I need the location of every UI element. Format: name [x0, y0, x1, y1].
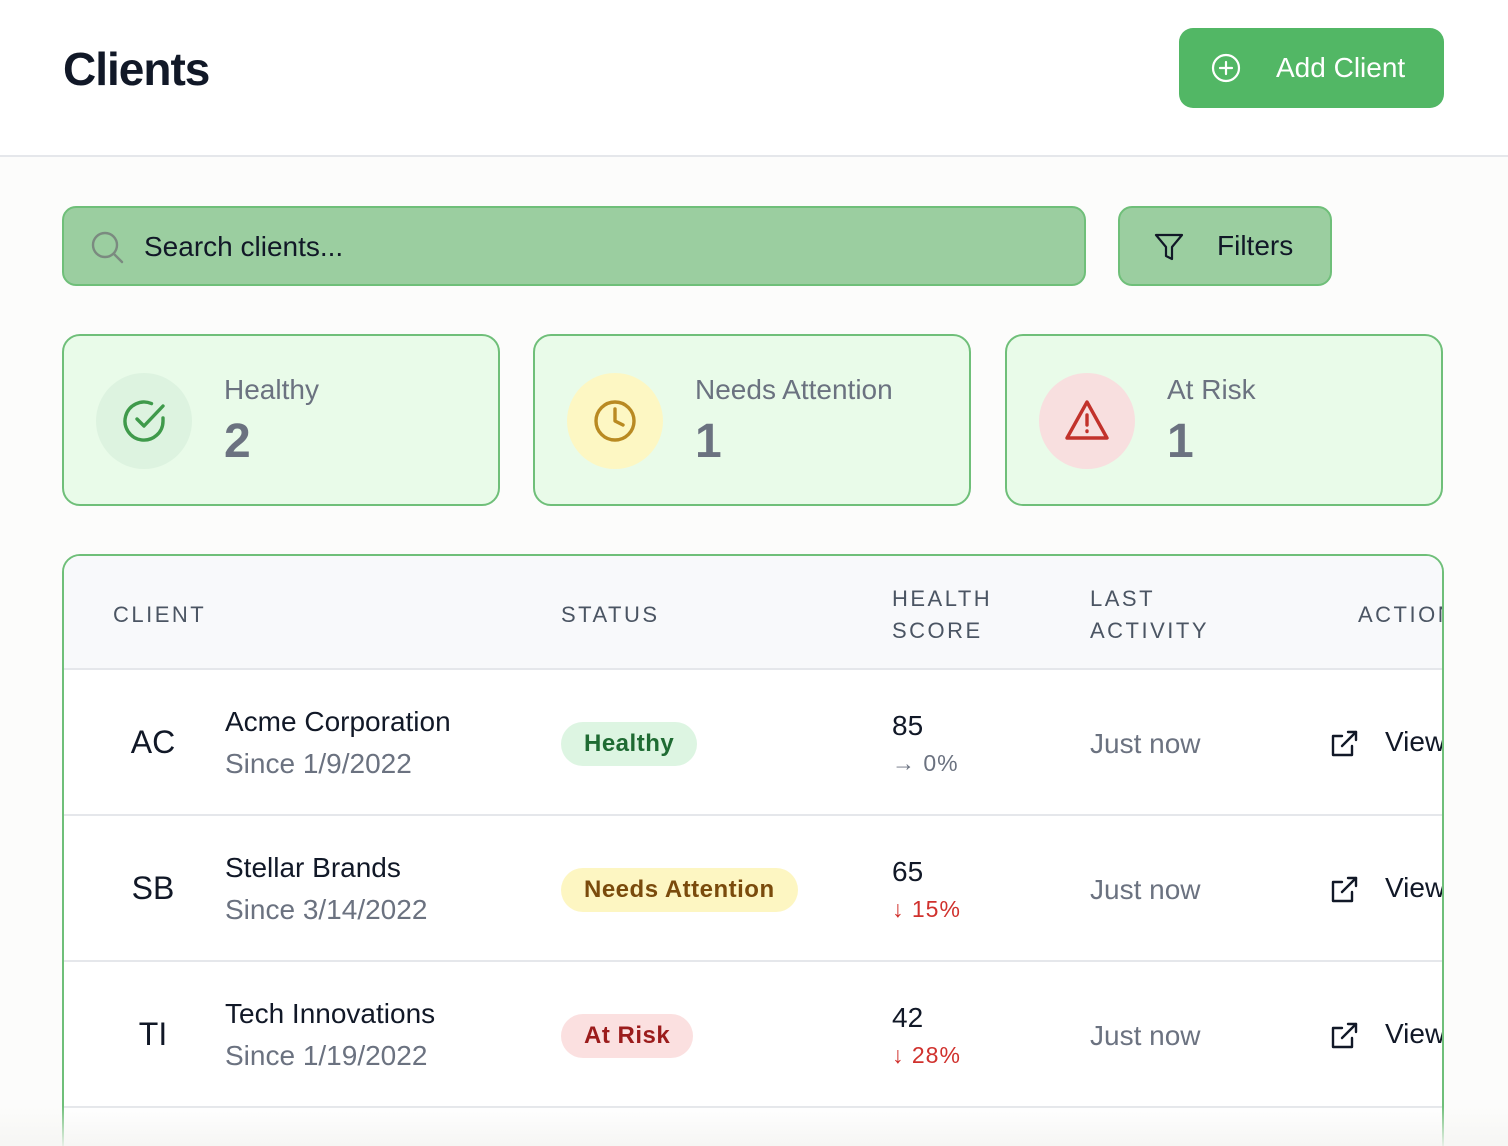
summary-count: 1	[1167, 415, 1194, 468]
table-row: AC Acme Corporation Since 1/9/2022 Healt…	[64, 670, 1442, 816]
top-bar: Clients Add Client	[0, 0, 1508, 157]
search-bar	[62, 206, 1086, 286]
plus-circle-icon	[1211, 53, 1241, 83]
client-name: Tech Innovations	[225, 998, 436, 1029]
last-activity: Just now	[1090, 1020, 1201, 1051]
summary-count: 1	[695, 415, 722, 468]
client-since: Since 3/14/2022	[225, 894, 428, 925]
view-label: View	[1385, 872, 1444, 903]
summary-card-needs-attention: Needs Attention 1	[533, 334, 971, 506]
table-row: TI Tech Innovations Since 1/19/2022 At R…	[64, 962, 1442, 1108]
healthy-icon-circle	[96, 373, 192, 469]
external-link-icon	[1331, 876, 1358, 903]
health-score: 42	[892, 1002, 924, 1033]
view-label: View	[1385, 726, 1444, 757]
health-trend: ↓ 28%	[892, 1042, 961, 1068]
filters-button[interactable]: Filters	[1118, 206, 1332, 286]
column-header-status: STATUS	[561, 602, 660, 627]
search-icon	[91, 231, 124, 264]
summary-title: Healthy	[224, 374, 319, 405]
search-input[interactable]	[144, 224, 1044, 270]
client-initials: AC	[130, 724, 176, 760]
status-badge: At Risk	[561, 1014, 694, 1058]
warning-triangle-icon	[1065, 400, 1109, 440]
view-label: View	[1385, 1018, 1444, 1049]
summary-title: Needs Attention	[695, 374, 893, 405]
filters-label: Filters	[1217, 230, 1294, 261]
page-title: Clients	[63, 43, 210, 95]
client-initials: TI	[138, 1016, 168, 1052]
health-score: 65	[892, 856, 924, 887]
clients-table: CLIENT STATUS HEALTH SCORE LAST ACTIVITY…	[62, 554, 1444, 1146]
client-since: Since 1/19/2022	[225, 1040, 428, 1071]
last-activity: Just now	[1090, 728, 1201, 759]
client-name: Acme Corporation	[225, 706, 451, 737]
at-risk-icon-circle	[1039, 373, 1135, 469]
column-header-last-activity-line2: ACTIVITY	[1090, 618, 1210, 643]
summary-title: At Risk	[1167, 374, 1256, 405]
health-trend: → 0%	[892, 750, 959, 776]
column-header-actions: ACTIONS	[1358, 602, 1442, 627]
health-score: 85	[892, 710, 924, 741]
status-badge: Healthy	[561, 722, 698, 766]
summary-card-healthy: Healthy 2	[62, 334, 500, 506]
column-header-last-activity-line1: LAST	[1090, 586, 1156, 611]
add-client-button[interactable]: Add Client	[1179, 28, 1444, 108]
health-trend: ↓ 15%	[892, 896, 961, 922]
table-header: CLIENT STATUS HEALTH SCORE LAST ACTIVITY…	[64, 556, 1442, 670]
clock-icon	[594, 400, 636, 442]
external-link-icon	[1331, 730, 1358, 757]
needs-attention-icon-circle	[567, 373, 663, 469]
summary-card-at-risk: At Risk 1	[1005, 334, 1443, 506]
external-link-icon	[1331, 1022, 1358, 1049]
filter-icon	[1154, 233, 1184, 261]
status-badge: Needs Attention	[561, 868, 798, 912]
client-since: Since 1/9/2022	[225, 748, 412, 779]
add-client-label: Add Client	[1276, 52, 1406, 83]
table-row: SB Stellar Brands Since 3/14/2022 Needs …	[64, 816, 1442, 962]
client-name: Stellar Brands	[225, 852, 401, 883]
column-header-client: CLIENT	[113, 602, 207, 627]
last-activity: Just now	[1090, 874, 1201, 905]
column-header-health-score-line1: HEALTH	[892, 586, 993, 611]
column-header-health-score-line2: SCORE	[892, 618, 983, 643]
check-circle-icon	[123, 400, 165, 442]
client-initials: SB	[131, 870, 175, 906]
summary-count: 2	[224, 415, 251, 468]
